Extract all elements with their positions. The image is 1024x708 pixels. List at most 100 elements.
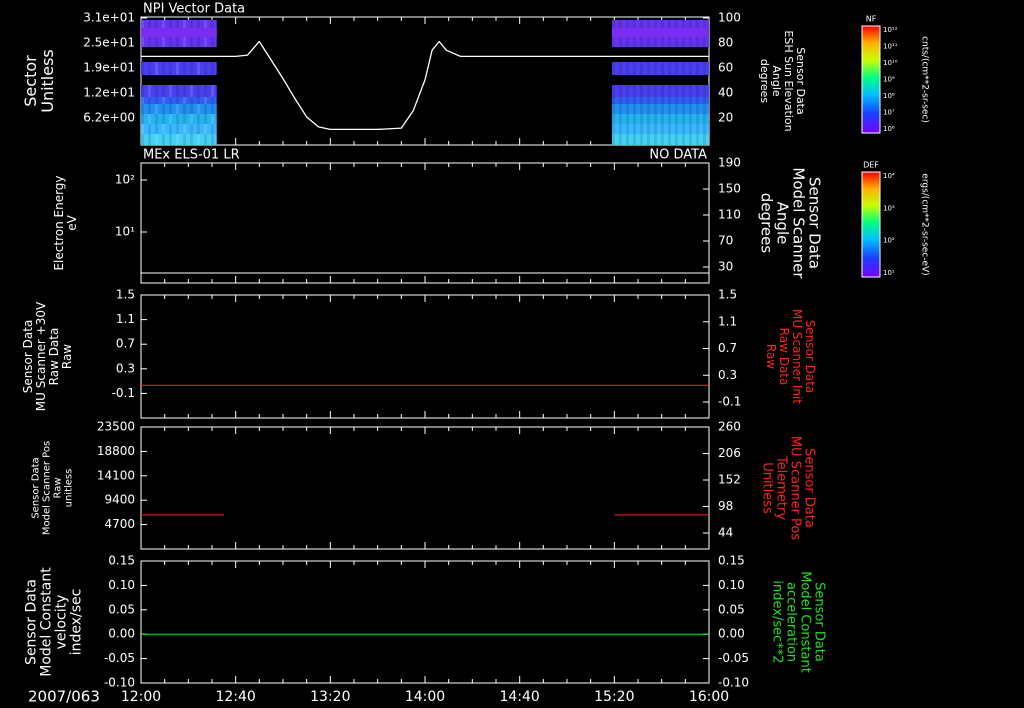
heatmap-cell (646, 97, 650, 104)
chart-canvas: 3.1e+01 2.5e+01 1.9e+01 1.2e+01 6.2e+00 100 80… (21, 2, 930, 706)
heatmap-cell (197, 97, 200, 104)
right-axis-label: acceleration (784, 582, 799, 662)
heatmap-cell (667, 85, 671, 97)
panel-3: 1.5 1.1 0.7 0.3 -0.1 1.5 1.1 0.7 0.3 -0.1 Sensor D… (21, 288, 817, 419)
right-axis-label: Sensor Data (812, 582, 827, 662)
right-tick-label: 150 (718, 182, 741, 196)
heatmap-cell (695, 104, 699, 114)
heatmap-cell (660, 104, 664, 114)
heatmap-cell (190, 104, 193, 114)
heatmap-cell (688, 85, 692, 97)
heatmap-cell (702, 97, 706, 104)
heatmap-cell (653, 134, 657, 145)
heatmap-cell (141, 114, 144, 124)
heatmap-cell (148, 104, 151, 114)
heatmap-cell (183, 85, 186, 97)
y-tick-label: -0.05 (104, 651, 135, 665)
heatmap-cell (632, 85, 636, 97)
heatmap-cell (695, 134, 699, 145)
x-tick-label: 14:40 (499, 689, 539, 705)
heatmap-cell (674, 104, 678, 114)
colorbar-tick-label: 10⁹ (883, 76, 895, 84)
heatmap-cell (625, 104, 629, 114)
right-tick-label: 20 (718, 111, 733, 125)
heatmap-cell (695, 124, 699, 134)
heatmap-cell (204, 114, 207, 124)
right-axis-label: Unitless (760, 462, 775, 514)
panel-5: 0.15 0.10 0.05 0.00 -0.05 -0.10 0.15 0.10 0.05 0.… (24, 554, 827, 690)
left-axis-label: Sensor Data (31, 457, 42, 518)
heatmap-cell (611, 124, 615, 134)
right-axis-label: MU Scanner Pos (788, 436, 803, 541)
right-tick-label: 0.00 (718, 627, 745, 641)
heatmap-cell (169, 104, 172, 114)
heatmap-cell (618, 114, 622, 124)
right-axis-label: Sensor Data (803, 320, 817, 394)
heatmap-cell (688, 104, 692, 114)
heatmap-cell (681, 62, 685, 75)
heatmap-cell (681, 104, 685, 114)
heatmap-cell (141, 104, 144, 114)
heatmap-cell (183, 97, 186, 104)
heatmap-cell (176, 124, 179, 134)
heatmap-cell (162, 62, 165, 75)
x-tick-label: 12:00 (121, 689, 161, 705)
y-tick-label: 6.2e+00 (83, 111, 135, 125)
colorbar-tick-label: 10¹⁰ (883, 59, 898, 67)
heatmap-cell (667, 124, 671, 134)
heatmap-cell (618, 97, 622, 104)
heatmap-cell (702, 62, 706, 75)
heatmap-cell (204, 134, 207, 145)
right-axis-label: Telemetry (774, 455, 789, 520)
left-axis-label: Raw Data (47, 328, 61, 386)
heatmap-cell (653, 114, 657, 124)
panel-2: 10²10¹1901501107030Electron Energy eV Sens… (52, 148, 824, 284)
colorbar-tick-label: 10⁷ (883, 109, 895, 117)
heatmap-cell (674, 97, 678, 104)
heatmap-cell (611, 62, 615, 75)
heatmap-cell (681, 124, 685, 134)
heatmap-cell (176, 104, 179, 114)
y-tick-label: 1.2e+01 (83, 86, 135, 100)
heatmap-cell (162, 114, 165, 124)
heatmap-cell (660, 97, 664, 104)
heatmap-cell (625, 134, 629, 145)
heatmap-cell (169, 134, 172, 145)
left-axis-label: Electron Energy (52, 175, 66, 270)
x-tick-label: 14:00 (405, 689, 445, 705)
colorbar-label: DEF (863, 161, 879, 170)
heatmap-cell (148, 97, 151, 104)
heatmap-cell (190, 114, 193, 124)
colorbar-tick-label: 10⁸ (883, 92, 895, 100)
right-tick-label: 60 (718, 61, 733, 75)
heatmap-cell (176, 62, 179, 75)
heatmap-cell (674, 85, 678, 97)
y-tick-label: 3.1e+01 (83, 11, 135, 25)
heatmap-cell (639, 134, 643, 145)
panel-frame (140, 426, 710, 550)
right-tick-label: 0.7 (718, 341, 737, 355)
right-tick-label: -0.05 (718, 651, 749, 665)
right-tick-label: 98 (718, 499, 733, 513)
heatmap-cell (702, 124, 706, 134)
right-tick-label: 1.5 (718, 288, 737, 302)
heatmap-cell (660, 134, 664, 145)
heatmap-cell (639, 62, 643, 75)
panel-title: MEx ELS-01 LR (143, 148, 240, 163)
colorbar-tick-label: 10¹ (883, 269, 895, 277)
right-tick-label: 110 (718, 208, 741, 222)
y-tick-label: 1.1 (116, 312, 135, 326)
heatmap-cell (183, 104, 186, 114)
heatmap-cell (611, 85, 615, 97)
right-tick-label: -0.1 (718, 395, 741, 409)
left-axis-label: MU Scanner +30V (34, 301, 48, 411)
panel-4: 23500 18800 14100 9400 4700 260 206 152 98 44 Sens… (31, 420, 817, 550)
right-tick-label: 260 (718, 420, 741, 434)
colorbar-def: DEF 10⁴ 10³ 10² 10¹ ergs/(cm**2-sr-sec-eV) (861, 161, 930, 278)
heatmap-cell (204, 104, 207, 114)
panel-frame (140, 162, 710, 284)
y-tick-label: 1.5 (116, 288, 135, 302)
heatmap-cell (197, 104, 200, 114)
heatmap-cell (695, 97, 699, 104)
heatmap-cell (141, 134, 144, 145)
